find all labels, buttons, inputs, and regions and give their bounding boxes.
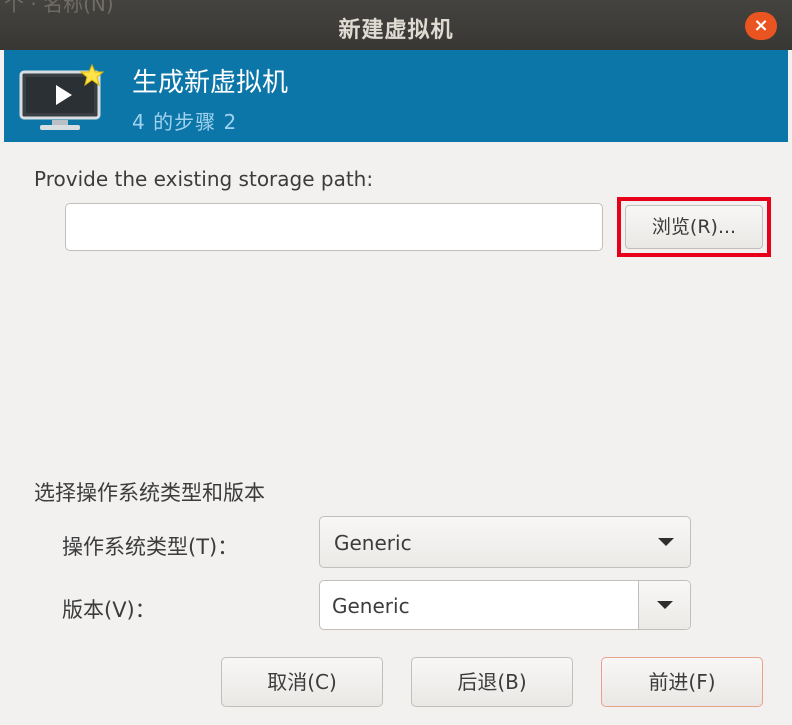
browse-button[interactable]: 浏览(R)... — [625, 205, 763, 249]
version-value[interactable]: Generic — [332, 594, 410, 618]
os-type-value: Generic — [334, 531, 412, 555]
storage-path-input[interactable] — [65, 203, 603, 251]
forward-button[interactable]: 前进(F) — [601, 657, 763, 707]
new-vm-dialog: 个 · 名称(N) 新建虚拟机 × 生成新虚拟机 4 的步骤 2 Provide… — [0, 0, 792, 725]
version-dropdown-button[interactable] — [638, 581, 690, 629]
close-button[interactable]: × — [745, 12, 777, 40]
monitor-play-icon — [19, 64, 105, 130]
version-combo[interactable]: Generic — [319, 580, 691, 630]
os-section-label: 选择操作系统类型和版本 — [34, 481, 265, 505]
close-icon: × — [753, 15, 769, 36]
back-button[interactable]: 后退(B) — [411, 657, 573, 707]
os-type-select[interactable]: Generic — [319, 516, 691, 568]
banner-title: 生成新虚拟机 — [132, 68, 289, 98]
chevron-down-icon — [657, 601, 673, 609]
step-indicator: 4 的步骤 2 — [132, 110, 238, 134]
version-label: 版本(V)： — [62, 598, 156, 622]
title-bar[interactable]: 个 · 名称(N) 新建虚拟机 × — [0, 0, 792, 50]
storage-path-label: Provide the existing storage path: — [34, 167, 374, 191]
chevron-down-icon — [658, 538, 674, 546]
header-banner: 生成新虚拟机 4 的步骤 2 — [4, 50, 788, 142]
cancel-button[interactable]: 取消(C) — [221, 657, 383, 707]
os-type-label: 操作系统类型(T)： — [62, 535, 239, 559]
window-title: 新建虚拟机 — [338, 18, 454, 43]
